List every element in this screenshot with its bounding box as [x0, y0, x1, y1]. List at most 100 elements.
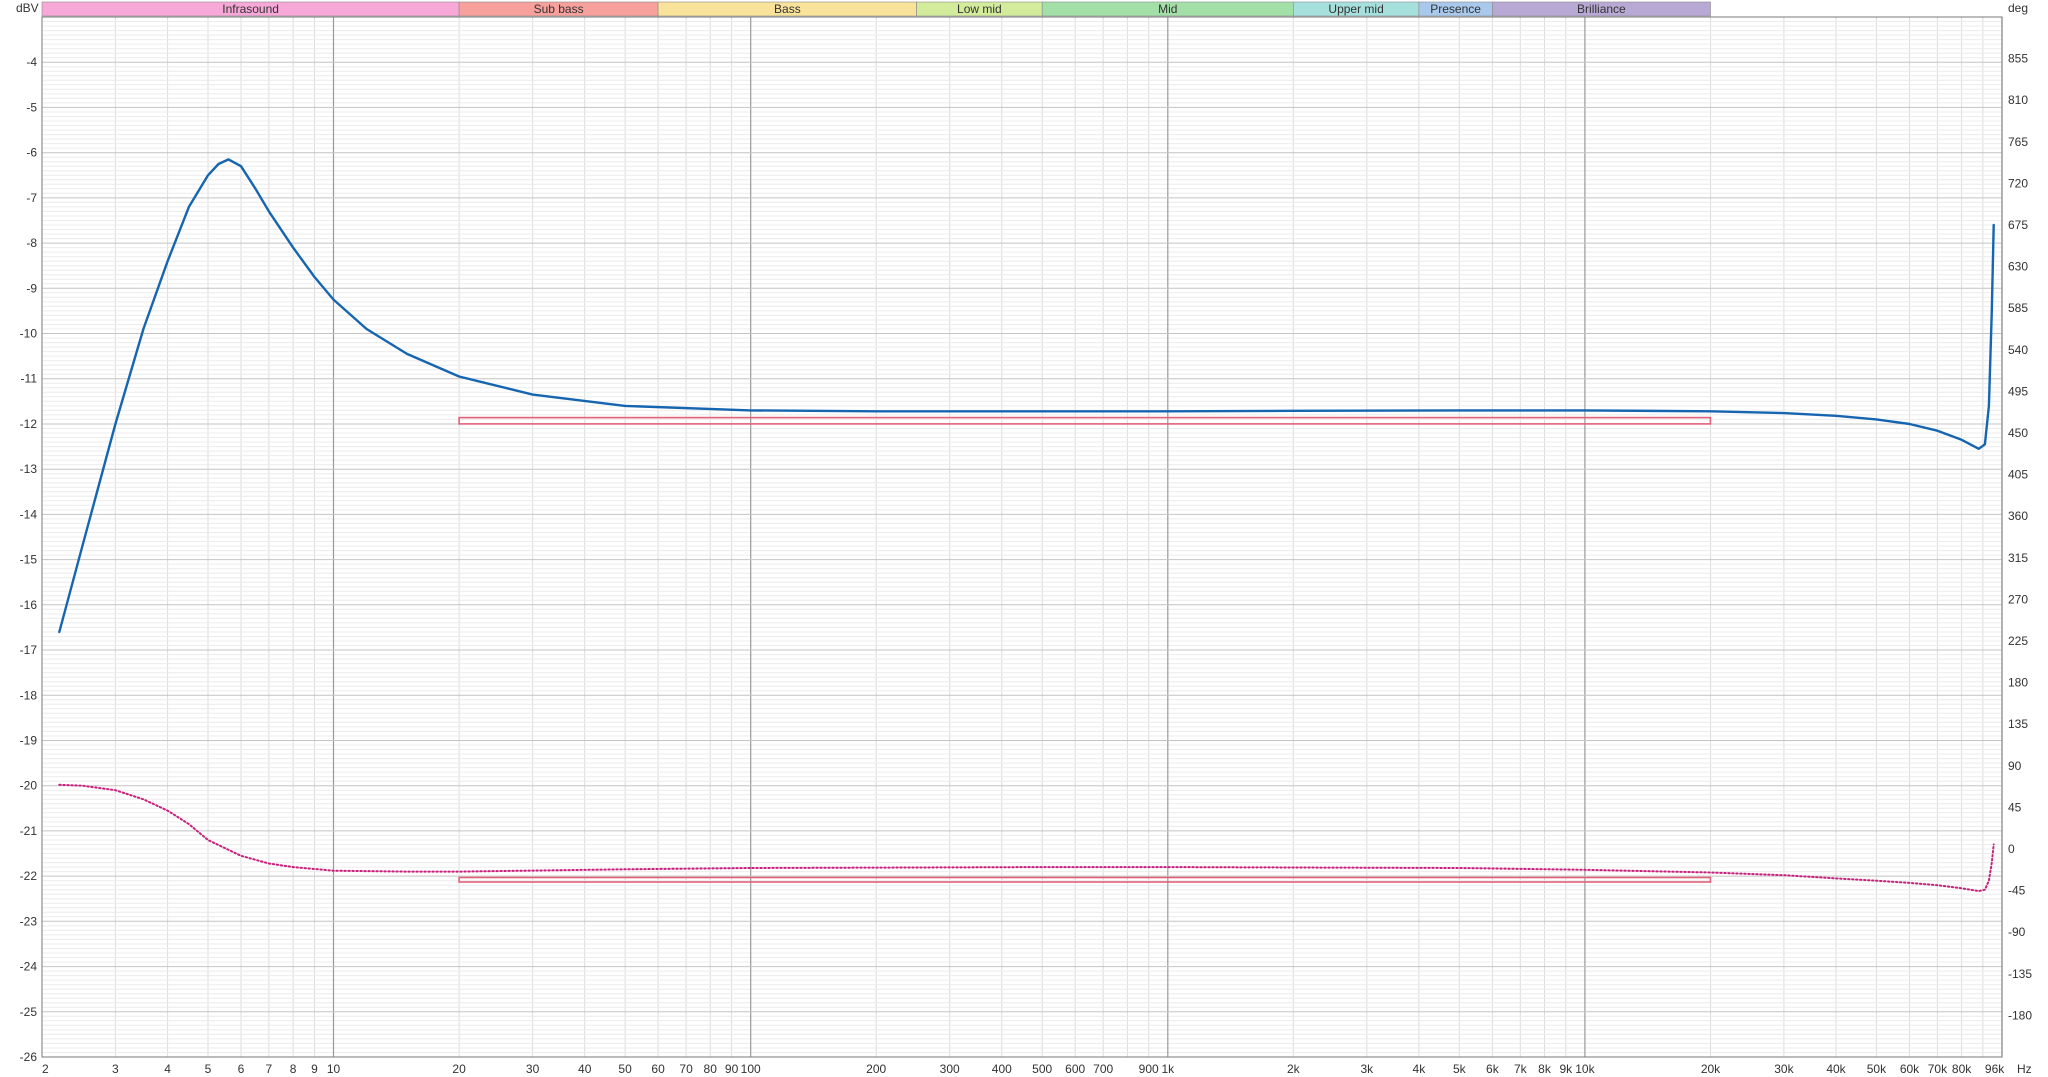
- y2-tick-label: -180: [2008, 1008, 2032, 1022]
- y-tick-label: -8: [26, 236, 37, 250]
- x-tick-label: 60k: [1900, 1062, 1920, 1076]
- x-tick-label: 300: [940, 1062, 960, 1076]
- x-tick-label: 9k: [1559, 1062, 1573, 1076]
- y2-tick-label: 630: [2008, 260, 2028, 274]
- x-tick-label: 30k: [1774, 1062, 1794, 1076]
- x-tick-label: 6: [238, 1062, 245, 1076]
- y-tick-label: -10: [20, 327, 38, 341]
- y2-tick-label: 450: [2008, 426, 2028, 440]
- y2-tick-label: 270: [2008, 592, 2028, 606]
- y-tick-label: -15: [20, 553, 38, 567]
- x-tick-label: 20k: [1701, 1062, 1721, 1076]
- y-tick-label: -5: [26, 100, 37, 114]
- x-tick-label: 1k: [1161, 1062, 1175, 1076]
- y2-unit-label: deg: [2008, 1, 2028, 15]
- y-tick-label: -16: [20, 598, 38, 612]
- x-tick-label: 5: [205, 1062, 212, 1076]
- x-tick-label: 10k: [1575, 1062, 1595, 1076]
- x-tick-label: 10: [327, 1062, 341, 1076]
- x-tick-label: 5k: [1453, 1062, 1467, 1076]
- y-tick-label: -22: [20, 869, 38, 883]
- y-tick-label: -24: [20, 960, 38, 974]
- y-tick-label: -4: [26, 55, 37, 69]
- x-tick-label: 7: [266, 1062, 273, 1076]
- x-tick-label: 40k: [1826, 1062, 1846, 1076]
- y-tick-label: -6: [26, 146, 37, 160]
- x-tick-label: 7k: [1514, 1062, 1528, 1076]
- y-tick-label: -18: [20, 688, 38, 702]
- x-tick-label: 8: [290, 1062, 297, 1076]
- x-tick-label: 70: [679, 1062, 693, 1076]
- y2-tick-label: 675: [2008, 218, 2028, 232]
- x-tick-label: 3k: [1360, 1062, 1374, 1076]
- y-tick-label: -12: [20, 417, 38, 431]
- frequency-bands: Infrasound Sub bass Bass Low mid Mid Upper mi…: [41, 1, 1711, 17]
- y2-tick-label: 180: [2008, 676, 2028, 690]
- band-label: Low mid: [957, 2, 1002, 16]
- y2-tick-label: -45: [2008, 884, 2026, 898]
- y2-tick-label: 315: [2008, 551, 2028, 565]
- y2-tick-label: -90: [2008, 925, 2026, 939]
- y2-tick-label: 585: [2008, 301, 2028, 315]
- x-tick-label: 70k: [1928, 1062, 1948, 1076]
- y-tick-label: -26: [20, 1050, 38, 1064]
- x-tick-label: 200: [866, 1062, 886, 1076]
- x-tick-label: 80k: [1952, 1062, 1972, 1076]
- x-tick-label: 100: [741, 1062, 761, 1076]
- y2-tick-label: 45: [2008, 800, 2022, 814]
- x-tick-label: 50k: [1867, 1062, 1887, 1076]
- y2-tick-label: 225: [2008, 634, 2028, 648]
- y2-tick-label: 765: [2008, 135, 2028, 149]
- y-tick-label: -14: [20, 507, 38, 521]
- x-tick-label: 30: [526, 1062, 540, 1076]
- band-label: Brilliance: [1577, 2, 1626, 16]
- y2-tick-label: -135: [2008, 967, 2032, 981]
- y2-tick-label: 0: [2008, 842, 2015, 856]
- x-tick-label: 40: [578, 1062, 592, 1076]
- y-tick-label: -25: [20, 1005, 38, 1019]
- x-tick-label: 96k: [1985, 1062, 2005, 1076]
- band-label: Sub bass: [534, 2, 584, 16]
- x-tick-label: 2k: [1287, 1062, 1301, 1076]
- y-axis-labels: -4 -5 -6 -7 -8 -9 -10 -11 -12 -13 -14 -15 -16 -17 -18 -…: [20, 55, 38, 1064]
- band-label: Bass: [774, 2, 801, 16]
- x-tick-label: 8k: [1538, 1062, 1552, 1076]
- y-tick-label: -20: [20, 779, 38, 793]
- x-tick-label: 6k: [1486, 1062, 1500, 1076]
- y-tick-label: -21: [20, 824, 38, 838]
- y-unit-label: dBV: [16, 1, 39, 15]
- x-tick-label: 60: [651, 1062, 665, 1076]
- frequency-response-chart: Infrasound Sub bass Bass Low mid Mid Upper mi…: [16, 1, 2032, 1076]
- x-unit-label: Hz: [2017, 1062, 2032, 1076]
- y2-tick-label: 720: [2008, 176, 2028, 190]
- y-tick-label: -19: [20, 734, 38, 748]
- x-tick-label: 700: [1093, 1062, 1113, 1076]
- x-tick-label: 50: [618, 1062, 632, 1076]
- band-label: Presence: [1430, 2, 1481, 16]
- x-tick-label: 600: [1065, 1062, 1085, 1076]
- y2-tick-label: 495: [2008, 384, 2028, 398]
- y2-tick-label: 90: [2008, 759, 2022, 773]
- band-label: Infrasound: [222, 2, 279, 16]
- y2-axis-labels: 8558107657206756305855404954504053603152…: [2008, 52, 2032, 1023]
- y2-tick-label: 405: [2008, 468, 2028, 482]
- y-tick-label: -13: [20, 462, 38, 476]
- x-tick-label: 80: [704, 1062, 718, 1076]
- y-tick-label: -11: [21, 372, 38, 386]
- x-tick-label: 4k: [1413, 1062, 1427, 1076]
- x-tick-label: 500: [1032, 1062, 1052, 1076]
- x-tick-label: 3: [112, 1062, 119, 1076]
- y2-tick-label: 810: [2008, 93, 2028, 107]
- x-tick-label: 90: [725, 1062, 739, 1076]
- y2-tick-label: 855: [2008, 52, 2028, 66]
- y-tick-label: -23: [20, 914, 38, 928]
- x-tick-label: 4: [164, 1062, 171, 1076]
- x-axis-labels: 2 3 4 5 6 7 8 9 10 20 30 40 50 60 70 80 90 100 200 300 400 50…: [42, 1062, 2005, 1076]
- y2-tick-label: 540: [2008, 343, 2028, 357]
- band-label: Upper mid: [1328, 2, 1383, 16]
- band-label: Mid: [1158, 2, 1177, 16]
- y2-tick-label: 135: [2008, 717, 2028, 731]
- x-tick-label: 400: [992, 1062, 1012, 1076]
- x-tick-label: 900: [1139, 1062, 1159, 1076]
- y-tick-label: -17: [20, 643, 38, 657]
